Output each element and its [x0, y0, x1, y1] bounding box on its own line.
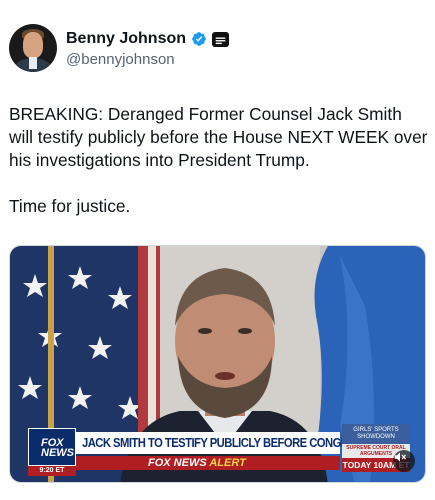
- tweet-text: BREAKING: Deranged Former Counsel Jack S…: [9, 103, 429, 218]
- author-handle[interactable]: @bennyjohnson: [66, 51, 175, 68]
- tweet-paragraph: BREAKING: Deranged Former Counsel Jack S…: [9, 104, 428, 170]
- author-avatar[interactable]: [9, 24, 57, 72]
- tweet-paragraph: Time for justice.: [9, 196, 131, 216]
- fox-news-logo: FOX NEWS: [28, 428, 76, 466]
- author-display-name[interactable]: Benny Johnson: [66, 30, 186, 48]
- author-name-row: Benny Johnson: [66, 30, 230, 48]
- broadcast-headline-text: JACK SMITH TO TESTIFY PUBLICLY BEFORE CO…: [82, 436, 370, 450]
- news-ticker: FOX NEWS 9:20 ET JACK SMITH TO TESTIFY P…: [10, 424, 425, 476]
- broadcast-time: 9:20 ET: [28, 466, 76, 476]
- mute-button[interactable]: [393, 450, 415, 472]
- alert-suffix: ALERT: [209, 457, 246, 469]
- tweet-header: Benny Johnson @bennyjohnson: [9, 24, 429, 76]
- side-panel-top: GIRLS' SPORTS SHOWDOWN: [342, 424, 410, 444]
- avatar-face: [23, 32, 43, 58]
- fox-news-alert-bar: FOX NEWS ALERT: [76, 456, 340, 470]
- tweet-video[interactable]: FOX NEWS 9:20 ET JACK SMITH TO TESTIFY P…: [9, 245, 426, 483]
- broadcast-headline: JACK SMITH TO TESTIFY PUBLICLY BEFORE CO…: [76, 432, 370, 454]
- verified-badge-icon: [192, 32, 206, 46]
- affiliate-badge-icon: [212, 31, 230, 47]
- alert-prefix: FOX NEWS: [148, 457, 207, 469]
- avatar-shirt: [29, 57, 37, 69]
- speaker-muted-icon: [394, 452, 406, 462]
